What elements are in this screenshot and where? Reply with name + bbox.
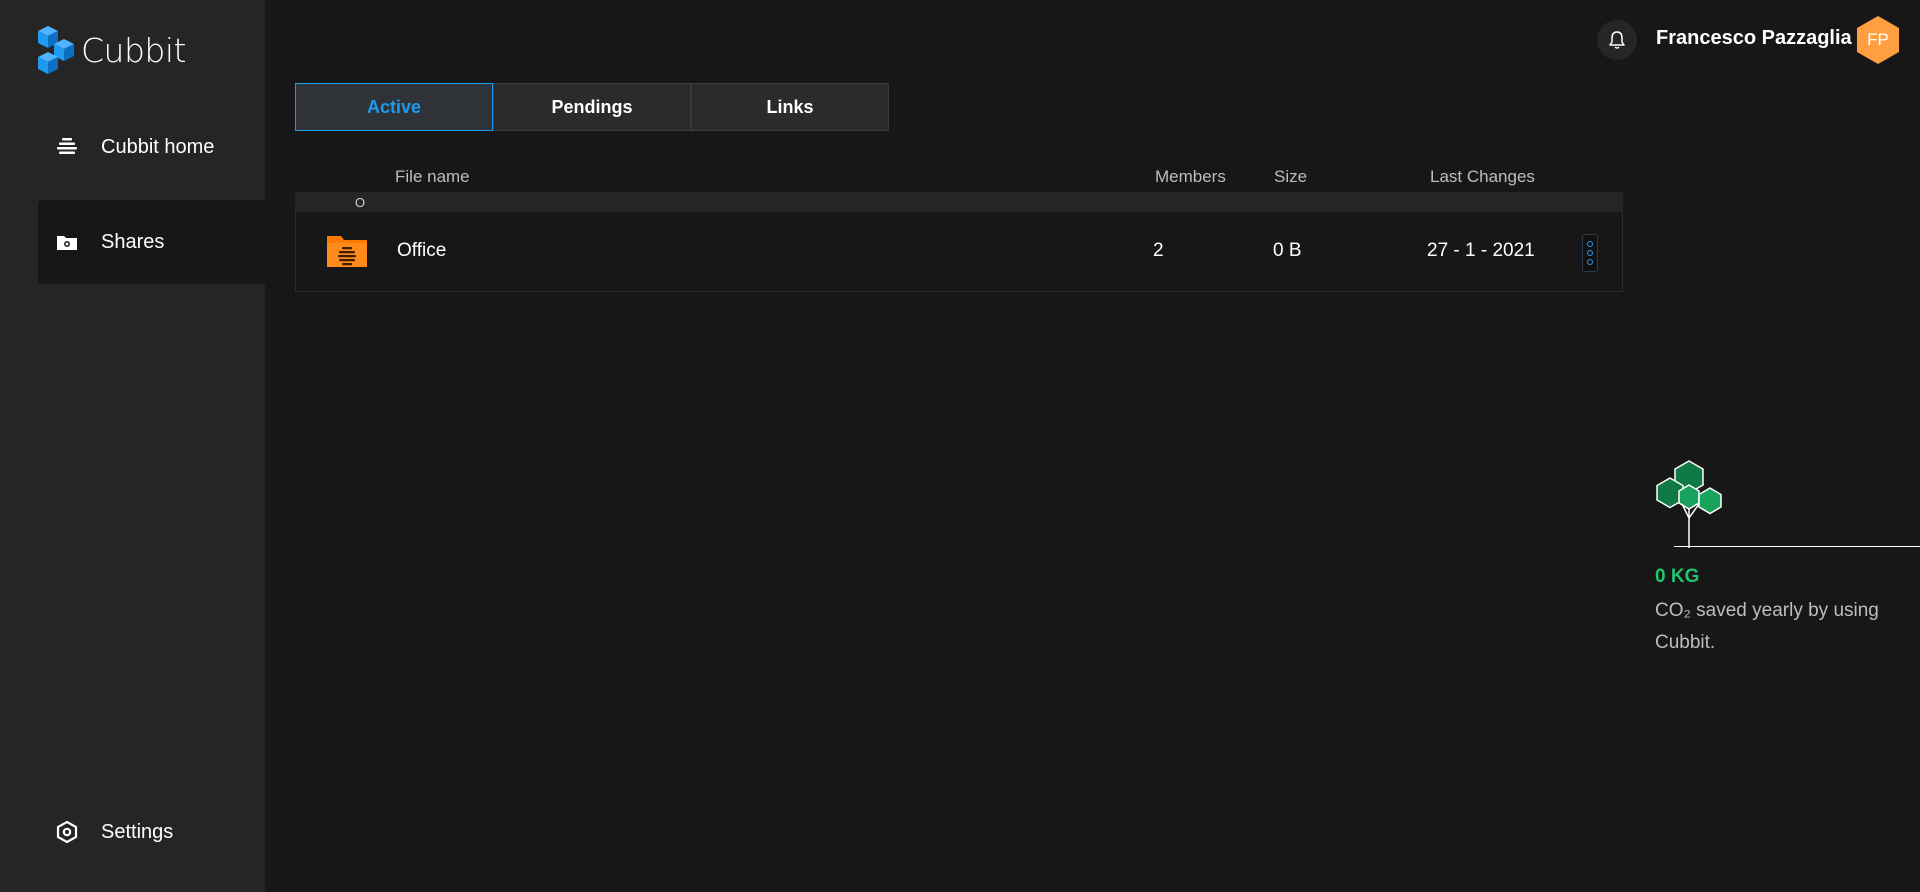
logo-text: Cubbit xyxy=(81,30,186,70)
bell-icon xyxy=(1609,31,1625,49)
sidebar-item-settings[interactable]: Settings xyxy=(38,790,265,874)
shared-folder-icon xyxy=(326,234,368,273)
sidebar-item-label: Shares xyxy=(101,230,165,253)
tab-bar: Active Pendings Links xyxy=(295,83,889,131)
notifications-button[interactable] xyxy=(1597,20,1637,60)
avatar-initials: FP xyxy=(1867,30,1889,49)
members-count: 2 xyxy=(1153,240,1164,261)
sidebar-item-shares[interactable]: Shares xyxy=(38,200,265,284)
column-header-last-changes[interactable]: Last Changes xyxy=(1430,167,1535,187)
co2-divider xyxy=(1674,546,1920,547)
row-menu-button[interactable] xyxy=(1582,234,1598,272)
file-size: 0 B xyxy=(1273,240,1302,261)
co2-value: 0 KG xyxy=(1655,566,1700,587)
gear-icon xyxy=(55,820,79,844)
shares-folder-icon xyxy=(55,230,79,254)
tree-icon xyxy=(1653,458,1725,553)
co2-description: CO₂ saved yearly by using Cubbit. xyxy=(1655,600,1879,653)
kebab-dot-icon xyxy=(1587,259,1593,265)
user-name[interactable]: Francesco Pazzaglia xyxy=(1656,27,1852,50)
tab-links[interactable]: Links xyxy=(691,83,889,131)
tab-active[interactable]: Active xyxy=(295,83,493,131)
sidebar-item-label: Settings xyxy=(101,820,174,843)
cubbit-logo-icon xyxy=(38,26,74,74)
column-header-file-name[interactable]: File name xyxy=(395,167,470,187)
column-header-size[interactable]: Size xyxy=(1274,167,1307,187)
sidebar-item-label: Cubbit home xyxy=(101,135,215,158)
kebab-dot-icon xyxy=(1587,241,1593,247)
cubbit-home-icon xyxy=(55,135,79,159)
group-header: O xyxy=(295,192,1623,212)
last-changes-date: 27 - 1 - 2021 xyxy=(1427,240,1535,261)
cubbit-logo[interactable]: Cubbit xyxy=(37,25,186,75)
column-header-members[interactable]: Members xyxy=(1155,167,1226,187)
kebab-dot-icon xyxy=(1587,250,1593,256)
sidebar-item-cubbit-home[interactable]: Cubbit home xyxy=(38,105,265,189)
tab-pendings[interactable]: Pendings xyxy=(493,83,691,131)
file-name[interactable]: Office xyxy=(397,240,446,262)
group-label: O xyxy=(355,195,366,210)
sidebar: Cubbit Cubbit home Shares Settings xyxy=(0,0,265,892)
avatar[interactable]: FP xyxy=(1855,15,1901,65)
table-row[interactable]: Office 2 0 B 27 - 1 - 2021 xyxy=(295,212,1623,292)
